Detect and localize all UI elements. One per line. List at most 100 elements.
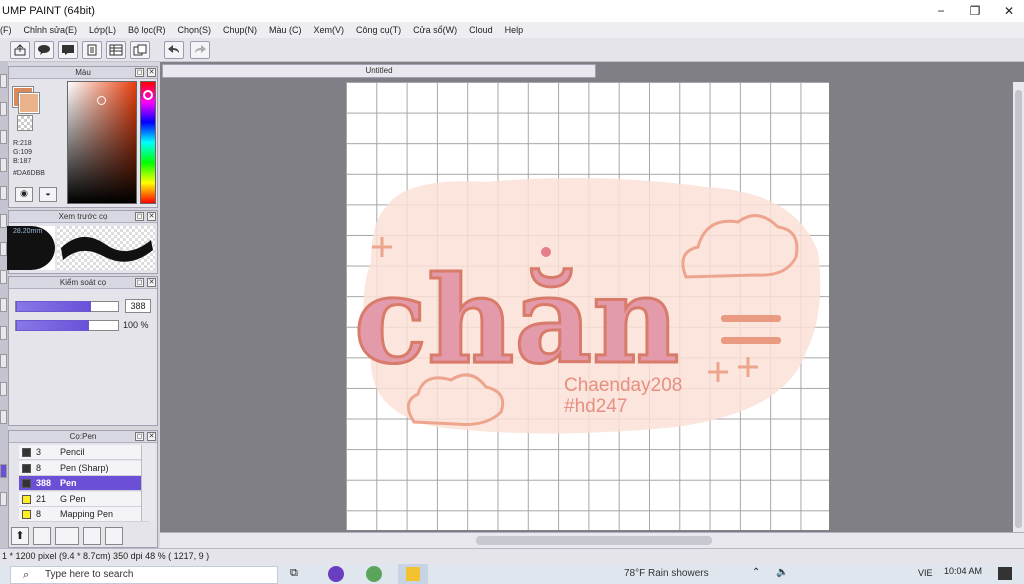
brush-color-swatch <box>22 479 31 488</box>
tool-button[interactable] <box>0 186 7 200</box>
transparent-color-swatch[interactable] <box>17 115 33 131</box>
menu-capture[interactable]: Chụp(N) <box>217 25 263 35</box>
saturation-value-picker[interactable] <box>67 81 137 204</box>
menu-help[interactable]: Help <box>499 25 530 35</box>
notification-icon[interactable] <box>998 567 1012 580</box>
menu-view[interactable]: Xem(V) <box>308 25 351 35</box>
maximize-button[interactable]: ❐ <box>960 0 990 22</box>
brush-upload-button[interactable]: ⬆ <box>11 527 29 545</box>
artwork-main-text: chăn <box>354 250 679 391</box>
brush-preview-title: Xem trước cọ <box>58 212 108 221</box>
chevron-up-icon[interactable]: ⌃ <box>752 567 760 578</box>
green-value: G:109 <box>13 149 33 156</box>
sub-color-swatch[interactable] <box>19 93 39 113</box>
menu-layer[interactable]: Lớp(L) <box>83 25 122 35</box>
tool-button[interactable] <box>0 410 7 424</box>
brush-list-item[interactable]: 8 Pen (Sharp) <box>19 460 149 476</box>
browser-icon[interactable] <box>366 566 382 582</box>
tool-button[interactable] <box>0 298 7 312</box>
brush-opacity-value: 100 % <box>123 320 149 330</box>
document-tab[interactable]: Untitled <box>162 64 596 78</box>
menu-edit[interactable]: Chỉnh sửa(E) <box>18 25 84 35</box>
taskbar: ⌕ Type here to search ⧉ 78°F Rain shower… <box>0 564 1024 584</box>
brush-size-slider[interactable] <box>15 301 119 312</box>
menu-cloud[interactable]: Cloud <box>463 25 499 35</box>
color-mode-button[interactable]: ◉ <box>15 187 33 202</box>
panel-float-button[interactable]: ◻ <box>135 68 144 77</box>
redo-button[interactable] <box>190 41 210 59</box>
panel-float-button[interactable]: ◻ <box>135 278 144 287</box>
layout-button[interactable] <box>106 41 126 59</box>
volume-icon[interactable]: 🔈 <box>776 567 788 578</box>
brush-list-item[interactable]: 21 G Pen <box>19 491 149 507</box>
clock-time[interactable]: 10:04 AM <box>944 566 982 576</box>
brush-list-item[interactable]: 388 Pen <box>19 476 149 491</box>
menu-color[interactable]: Màu (C) <box>263 25 308 35</box>
language-indicator[interactable]: VIE <box>918 568 933 578</box>
weather-text[interactable]: 78°F Rain showers <box>624 568 709 579</box>
copy-brush-button[interactable] <box>83 527 101 545</box>
brush-size-value[interactable]: 388 <box>125 299 151 313</box>
new-brush-button[interactable] <box>33 527 51 545</box>
menu-filter[interactable]: Bộ lọc(R) <box>122 25 172 35</box>
undo-button[interactable] <box>164 41 184 59</box>
menu-window[interactable]: Cửa sổ(W) <box>407 25 463 35</box>
tool-strip <box>0 62 8 548</box>
artwork-name-text: Chaenday208 <box>564 375 682 396</box>
task-view-icon[interactable]: ⧉ <box>290 567 298 580</box>
brush-control-header: Kiểm soát cọ ◻ ✕ <box>9 277 157 289</box>
tool-button-active[interactable] <box>0 464 7 478</box>
tool-button[interactable] <box>0 326 7 340</box>
tool-button[interactable] <box>0 74 7 88</box>
tool-button[interactable] <box>0 382 7 396</box>
canvas-paper[interactable]: chăn Chaenday208 #hd247 <box>346 82 829 530</box>
share-button[interactable] <box>10 41 30 59</box>
tool-button[interactable] <box>0 270 7 284</box>
vertical-scroll-thumb[interactable] <box>1015 90 1022 528</box>
app-icon[interactable] <box>328 566 344 582</box>
panel-close-button[interactable]: ✕ <box>147 278 156 287</box>
brush-opacity-slider[interactable] <box>15 320 119 331</box>
menu-bar: (F) Chỉnh sửa(E) Lớp(L) Bộ lọc(R) Chọn(S… <box>0 22 1024 38</box>
dash-mark <box>721 315 781 322</box>
brush-opacity-fill <box>16 320 89 331</box>
tool-button[interactable] <box>0 130 7 144</box>
close-button[interactable]: ✕ <box>994 0 1024 22</box>
vertical-scrollbar[interactable] <box>1013 82 1024 532</box>
tool-button[interactable] <box>0 242 7 256</box>
panel-float-button[interactable]: ◻ <box>135 432 144 441</box>
brush-list-item[interactable]: 3 Pencil <box>19 445 149 460</box>
document-button[interactable] <box>82 41 102 59</box>
menu-select[interactable]: Chọn(S) <box>171 25 217 35</box>
tool-button[interactable] <box>0 354 7 368</box>
picker-cursor <box>97 96 106 105</box>
brush-folder-button[interactable] <box>105 527 123 545</box>
message-button[interactable] <box>58 41 78 59</box>
panel-float-button[interactable]: ◻ <box>135 212 144 221</box>
pages-button[interactable] <box>130 41 150 59</box>
brush-list-item[interactable]: 8 Mapping Pen <box>19 507 149 522</box>
grid-list-icon <box>109 44 123 56</box>
tool-button[interactable] <box>0 214 7 228</box>
taskbar-search-input[interactable]: ⌕ Type here to search <box>10 566 278 584</box>
tool-button[interactable] <box>0 102 7 116</box>
tool-button[interactable] <box>0 158 7 172</box>
brush-name: Pencil <box>60 447 85 457</box>
horizontal-scrollbar[interactable] <box>160 532 1024 548</box>
color-set-button[interactable]: ◒ <box>39 187 57 202</box>
menu-tools[interactable]: Công cụ(T) <box>350 25 407 35</box>
comment-button[interactable] <box>34 41 54 59</box>
color-panel-title: Màu <box>75 68 91 77</box>
menu-file[interactable]: (F) <box>0 25 18 35</box>
minimize-button[interactable]: − <box>926 0 956 22</box>
horizontal-scroll-thumb[interactable] <box>476 536 712 545</box>
title-bar: UMP PAINT (64bit) − ❐ ✕ <box>0 0 1024 22</box>
panel-close-button[interactable]: ✕ <box>147 212 156 221</box>
panel-close-button[interactable]: ✕ <box>147 432 156 441</box>
panel-close-button[interactable]: ✕ <box>147 68 156 77</box>
active-app-tab[interactable] <box>398 564 428 584</box>
hue-slider[interactable] <box>140 81 156 204</box>
brush-options-button[interactable] <box>55 527 79 545</box>
tool-button[interactable] <box>0 492 7 506</box>
brush-list-scrollbar[interactable] <box>141 445 155 521</box>
